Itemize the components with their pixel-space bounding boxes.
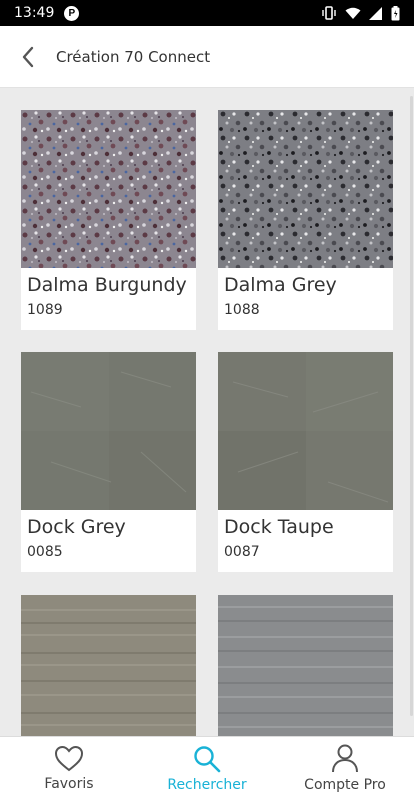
- app-notification-icon: P: [64, 5, 80, 21]
- swatch-image: [218, 595, 393, 736]
- signal-icon: [369, 6, 382, 20]
- product-card[interactable]: Dock Grey 0085: [21, 352, 196, 572]
- person-icon: [332, 744, 358, 773]
- status-time: 13:49: [14, 5, 55, 21]
- product-card[interactable]: Dalma Grey 1088: [218, 110, 393, 330]
- scrollbar[interactable]: [410, 96, 413, 716]
- swatch-image: [21, 110, 196, 268]
- product-name: Dock Grey: [27, 516, 126, 538]
- swatch-image: [21, 352, 196, 510]
- product-card[interactable]: [218, 595, 393, 736]
- status-icons: [321, 5, 400, 21]
- product-code: 0085: [27, 544, 63, 560]
- battery-icon: [391, 5, 400, 20]
- nav-label: Compte Pro: [304, 777, 386, 793]
- chevron-left-icon: [22, 46, 34, 67]
- nav-rechercher[interactable]: Rechercher: [138, 737, 276, 800]
- product-code: 1088: [224, 302, 260, 318]
- bottom-navigation: Favoris Rechercher Compte Pro: [0, 736, 414, 800]
- product-code: 1089: [27, 302, 63, 318]
- swatch-image: [218, 352, 393, 510]
- nav-compte-pro[interactable]: Compte Pro: [276, 737, 414, 800]
- product-name: Dock Taupe: [224, 516, 334, 538]
- swatch-image: [218, 110, 393, 268]
- product-name: Dalma Burgundy: [27, 274, 187, 296]
- search-icon: [194, 745, 221, 772]
- nav-label: Rechercher: [167, 776, 247, 793]
- swatch-image: [21, 595, 196, 736]
- heart-icon: [54, 745, 84, 772]
- vibrate-icon: [322, 6, 336, 20]
- product-grid: Dalma Burgundy 1089 Dalma Grey 1088 Dock…: [0, 88, 414, 736]
- product-card[interactable]: Dalma Burgundy 1089: [21, 110, 196, 330]
- wifi-icon: [345, 7, 361, 19]
- status-bar: 13:49 P: [0, 0, 414, 26]
- nav-label: Favoris: [44, 776, 94, 792]
- product-card[interactable]: Dock Taupe 0087: [218, 352, 393, 572]
- back-button[interactable]: [0, 26, 56, 88]
- product-card[interactable]: [21, 595, 196, 736]
- app-bar: Création 70 Connect: [0, 26, 414, 88]
- nav-favoris[interactable]: Favoris: [0, 737, 138, 800]
- product-code: 0087: [224, 544, 260, 560]
- page-title: Création 70 Connect: [56, 47, 211, 66]
- product-name: Dalma Grey: [224, 274, 337, 296]
